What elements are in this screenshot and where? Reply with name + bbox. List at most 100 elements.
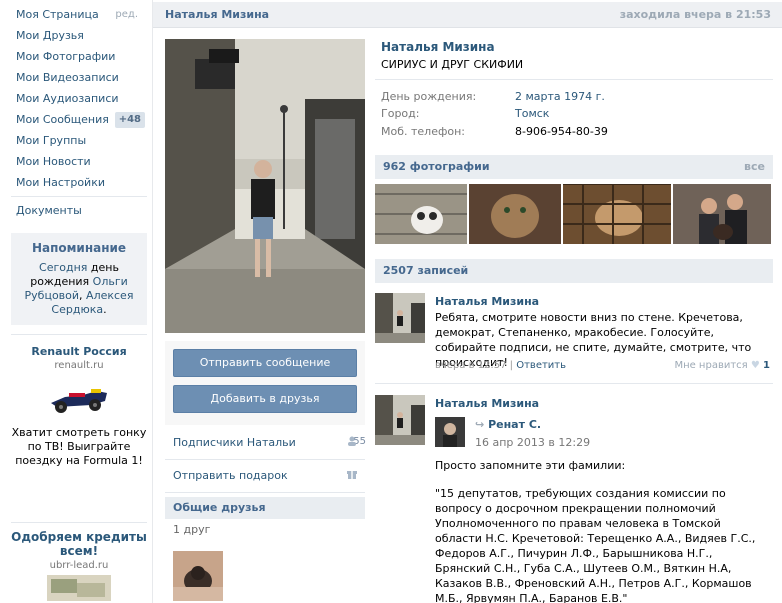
reply-link[interactable]: Ответить: [516, 360, 566, 371]
ad-renault[interactable]: Renault Россия renault.ru Хватит смотрет…: [11, 345, 147, 468]
nav-my-messages[interactable]: Мои Сообщения +48: [16, 111, 148, 129]
repost-date[interactable]: 16 апр 2013 в 12:29: [475, 436, 590, 449]
birthday-label: День рождения:: [381, 90, 477, 103]
photos-all-link[interactable]: все: [744, 160, 765, 173]
ad-divider: [11, 334, 147, 335]
nav-my-videos[interactable]: Мои Видеозаписи: [16, 69, 148, 87]
nav-my-groups[interactable]: Мои Группы: [16, 132, 148, 150]
money-image[interactable]: [47, 575, 111, 601]
nav-label: Мои Новости: [16, 155, 91, 168]
ad-text[interactable]: Хватит смотреть гонку по ТВ! Выиграйте п…: [11, 426, 147, 468]
profile-photo[interactable]: [165, 39, 365, 333]
cat-photo-image: [563, 184, 671, 244]
photo-thumb-3[interactable]: [563, 184, 671, 244]
cat-photo-image: [375, 184, 467, 244]
profile-name: Наталья Мизина: [381, 40, 495, 54]
nav-label: Мои Сообщения: [16, 113, 109, 126]
reminder-dot: .: [103, 303, 107, 316]
repost-body: "15 депутатов, требующих создания комисс…: [435, 487, 756, 603]
common-friends-title: Общие друзья: [173, 501, 266, 514]
nav-documents[interactable]: Документы: [16, 202, 148, 220]
add-friend-button[interactable]: Добавить в друзья: [173, 385, 357, 413]
left-sidebar: Моя Страница ред. Мои Друзья Мои Фотогра…: [0, 0, 152, 603]
city-label: Город:: [381, 107, 420, 120]
wall-header[interactable]: 2507 записей: [375, 259, 773, 283]
reminder-box: Напоминание Сегодня день рождения Ольги …: [11, 233, 147, 325]
post-author-name[interactable]: Наталья Мизина: [435, 397, 539, 410]
like-label: Мне нравится: [674, 360, 748, 371]
nav-my-news[interactable]: Мои Новости: [16, 153, 148, 171]
send-message-button[interactable]: Отправить сообщение: [173, 349, 357, 377]
nav-label: Мои Аудиозаписи: [16, 92, 119, 105]
photo-thumb-1[interactable]: [375, 184, 467, 244]
common-friends-header[interactable]: Общие друзья: [165, 497, 365, 519]
ad-domain: renault.ru: [54, 360, 104, 371]
nav-my-friends[interactable]: Мои Друзья: [16, 27, 148, 45]
profile-photo-image: [165, 39, 365, 333]
nav-label: Мои Настройки: [16, 176, 105, 189]
nav-label: Мои Видеозаписи: [16, 71, 119, 84]
friend-avatar-image: [173, 551, 223, 601]
birthday-value[interactable]: 2 марта 1974 г.: [515, 90, 605, 103]
ad-title[interactable]: Одобряем кредиты всем!: [11, 530, 147, 558]
cat-photo-image: [469, 184, 561, 244]
messages-count-badge: +48: [114, 112, 145, 128]
send-gift-link[interactable]: Отправить подарок: [173, 469, 288, 482]
common-friends-count: 1 друг: [173, 523, 211, 536]
race-car-image[interactable]: [47, 379, 111, 419]
profile-status[interactable]: СИРИУС И ДРУГ СКИФИИ: [381, 58, 523, 71]
post-author-avatar[interactable]: [375, 293, 425, 343]
header-name: Наталья Мизина: [165, 8, 270, 21]
ad-credit[interactable]: Одобряем кредиты всем! ubrr-lead.ru: [11, 530, 147, 603]
city-value[interactable]: Томск: [515, 107, 549, 120]
repost-intro: Просто запомните эти фамилии:: [435, 459, 626, 472]
post-author-name[interactable]: Наталья Мизина: [435, 295, 539, 308]
subscribers-icon: [347, 436, 357, 449]
like-button[interactable]: Мне нравится ♥ 1: [674, 360, 770, 371]
repost-source-avatar[interactable]: [435, 417, 465, 447]
today-link[interactable]: Сегодня: [39, 261, 87, 274]
reminder-word: рождения: [30, 275, 90, 288]
nav-label: Мои Группы: [16, 134, 87, 147]
page-header: Наталья Мизина заходила вчера в 21:53: [153, 2, 782, 28]
avatar-image: [435, 417, 465, 447]
side-divider: [165, 492, 365, 493]
edit-link[interactable]: ред.: [115, 6, 138, 24]
nav-divider: [11, 196, 147, 197]
online-status: заходила вчера в 21:53: [619, 8, 771, 21]
reminder-comma: ,: [79, 289, 87, 302]
post-time[interactable]: вчера в 12:57: [435, 360, 507, 371]
friend-avatar[interactable]: [173, 551, 223, 601]
reminder-title: Напоминание: [31, 241, 127, 255]
repost-name-text[interactable]: Ренат С.: [488, 418, 541, 431]
ad-domain: ubrr-lead.ru: [49, 560, 109, 571]
subscribers-link[interactable]: Подписчики Натальи: [173, 436, 296, 449]
photos-header[interactable]: 962 фотографии все: [375, 155, 773, 179]
ad-divider: [11, 522, 147, 523]
repost-icon: ↪: [475, 418, 485, 431]
post-meta: вчера в 12:57 | Ответить: [435, 360, 566, 371]
avatar-image: [375, 395, 425, 445]
nav-label: Моя Страница: [16, 8, 99, 21]
nav-my-photos[interactable]: Мои Фотографии: [16, 48, 148, 66]
post-author-avatar[interactable]: [375, 395, 425, 445]
gift-icon: [347, 469, 357, 482]
phone-label: Моб. телефон:: [381, 125, 466, 138]
wall-count[interactable]: 2507 записей: [383, 264, 468, 277]
reminder-text: Сегодня день рождения Ольги Рубцовой, Ал…: [11, 261, 147, 317]
meta-separator: |: [506, 360, 517, 371]
nav-my-audio[interactable]: Мои Аудиозаписи: [16, 90, 148, 108]
avatar-image: [375, 293, 425, 343]
photo-thumb-4[interactable]: [673, 184, 771, 244]
nav-my-settings[interactable]: Мои Настройки: [16, 174, 148, 192]
phone-value: 8-906-954-80-39: [515, 125, 608, 138]
nav-label: Документы: [16, 204, 82, 217]
repost-source-name[interactable]: ↪ Ренат С.: [475, 418, 541, 431]
main-content: Наталья Мизина заходила вчера в 21:53 От…: [152, 0, 782, 603]
nav-my-page[interactable]: Моя Страница ред.: [16, 6, 148, 24]
nav-label: Мои Друзья: [16, 29, 84, 42]
info-divider: [375, 79, 773, 80]
photo-thumb-2[interactable]: [469, 184, 561, 244]
photos-count[interactable]: 962 фотографии: [383, 160, 490, 173]
ad-title[interactable]: Renault Россия: [11, 345, 147, 358]
